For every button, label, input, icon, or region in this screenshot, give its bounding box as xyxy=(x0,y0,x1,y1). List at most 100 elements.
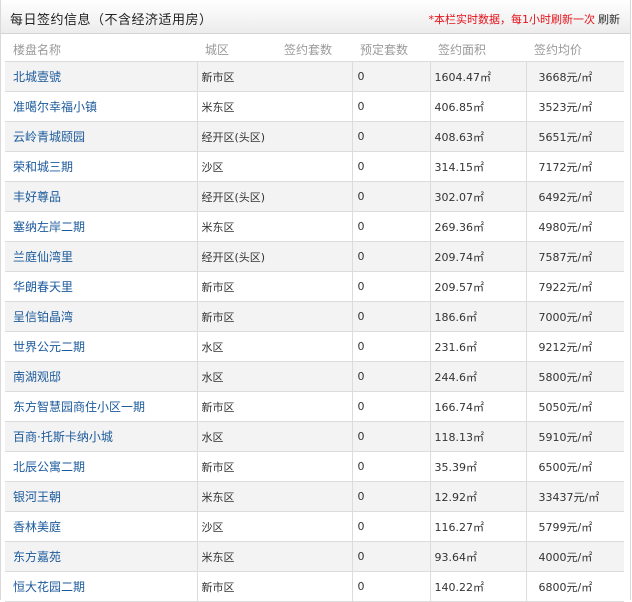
signed-count-cell: 2 xyxy=(276,271,352,302)
project-name-link[interactable]: 香林美庭 xyxy=(13,520,61,534)
project-name-link[interactable]: 北辰公寓二期 xyxy=(13,460,85,474)
table-header-row: 楼盘名称 城区 签约套数 预定套数 签约面积 签约均价 xyxy=(5,37,624,62)
panel-header: 每日签约信息（不含经济适用房） *本栏实时数据，每1小时刷新一次 刷新 xyxy=(1,0,630,34)
reserved-count-cell: 0 xyxy=(351,61,430,92)
project-name-link[interactable]: 荣和城三期 xyxy=(13,160,73,174)
signed-area-cell: 166.74㎡ xyxy=(429,391,526,422)
average-price-cell: 6800元/㎡ xyxy=(525,571,624,602)
signed-count-cell: 1 xyxy=(276,451,352,482)
signed-area-cell: 209.74㎡ xyxy=(429,241,526,272)
table-row: 世界公元二期 水区20231.6㎡9212元/㎡ xyxy=(5,331,624,362)
district-cell: 水区 xyxy=(196,361,276,392)
project-name-link[interactable]: 塞纳左岸二期 xyxy=(13,220,85,234)
project-name-link[interactable]: 银河王朝 xyxy=(13,490,61,504)
table-row: 北城壹號 新市区1501604.47㎡3668元/㎡ xyxy=(5,61,624,92)
project-name-link[interactable]: 恒大花园二期 xyxy=(13,580,85,594)
column-header-price: 签约均价 xyxy=(526,37,624,62)
project-name-link[interactable]: 丰好尊品 xyxy=(13,190,61,204)
project-name-link[interactable]: 南湖观邸 xyxy=(13,370,61,384)
average-price-cell: 5799元/㎡ xyxy=(525,511,624,542)
district-cell: 经开区(头区) xyxy=(196,121,276,152)
reserved-count-cell: 0 xyxy=(351,331,430,362)
project-name-link[interactable]: 世界公元二期 xyxy=(13,340,85,354)
project-name-link[interactable]: 兰庭仙湾里 xyxy=(13,250,73,264)
project-name-link[interactable]: 东方智慧园商住小区一期 xyxy=(13,400,145,414)
project-name-cell: 云岭青城颐园 xyxy=(5,121,197,152)
table-row: 呈信铂晶湾 新市区20186.6㎡7000元/㎡ xyxy=(5,301,624,332)
reserved-count-cell: 0 xyxy=(351,271,430,302)
column-header-reserved: 预定套数 xyxy=(352,37,430,62)
district-cell: 沙区 xyxy=(196,151,276,182)
column-header-district: 城区 xyxy=(197,37,276,62)
signed-area-cell: 231.6㎡ xyxy=(429,331,526,362)
panel-title: 每日签约信息（不含经济适用房） xyxy=(10,13,213,28)
average-price-cell: 5910元/㎡ xyxy=(525,421,624,452)
signed-count-cell: 15 xyxy=(276,61,352,92)
table-row: 兰庭仙湾里 经开区(头区)20209.74㎡7587元/㎡ xyxy=(5,241,624,272)
project-name-link[interactable]: 云岭青城颐园 xyxy=(13,130,85,144)
signed-area-cell: 1604.47㎡ xyxy=(429,61,526,92)
project-name-cell: 塞纳左岸二期 xyxy=(5,211,197,242)
table-row: 恒大花园二期 新市区10140.22㎡6800元/㎡ xyxy=(5,571,624,602)
average-price-cell: 5800元/㎡ xyxy=(525,361,624,392)
project-name-cell: 北辰公寓二期 xyxy=(5,451,197,482)
signed-count-cell: 2 xyxy=(276,301,352,332)
average-price-cell: 7587元/㎡ xyxy=(525,241,624,272)
daily-signing-panel: 每日签约信息（不含经济适用房） *本栏实时数据，每1小时刷新一次 刷新 楼盘名称 … xyxy=(0,0,631,602)
table-row: 东方智慧园商住小区一期 新市区10166.74㎡5050元/㎡ xyxy=(5,391,624,422)
reserved-count-cell: 0 xyxy=(351,451,430,482)
table-row: 丰好尊品 经开区(头区)30302.07㎡6492元/㎡ xyxy=(5,181,624,212)
signed-area-cell: 12.92㎡ xyxy=(429,481,526,512)
signed-count-cell: 1 xyxy=(276,541,352,572)
project-name-link[interactable]: 百商·托斯卡纳小城 xyxy=(13,430,113,444)
signed-area-cell: 186.6㎡ xyxy=(429,301,526,332)
reserved-count-cell: 0 xyxy=(351,391,430,422)
reserved-count-cell: 0 xyxy=(351,571,430,602)
signed-count-cell: 2 xyxy=(276,241,352,272)
reserved-count-cell: 0 xyxy=(351,181,430,212)
signed-area-cell: 406.85㎡ xyxy=(429,91,526,122)
project-name-link[interactable]: 华朗春天里 xyxy=(13,280,73,294)
average-price-cell: 3668元/㎡ xyxy=(525,61,624,92)
project-name-cell: 香林美庭 xyxy=(5,511,197,542)
signed-count-cell: 3 xyxy=(276,211,352,242)
project-name-cell: 北城壹號 xyxy=(5,61,197,92)
project-name-link[interactable]: 呈信铂晶湾 xyxy=(13,310,73,324)
signing-table: 楼盘名称 城区 签约套数 预定套数 签约面积 签约均价 北城壹號新市区15016… xyxy=(5,37,624,602)
signed-count-cell: 1 xyxy=(276,391,352,422)
average-price-cell: 7172元/㎡ xyxy=(525,151,624,182)
signed-area-cell: 244.6㎡ xyxy=(429,361,526,392)
table-row: 百商·托斯卡纳小城 水区10118.13㎡5910元/㎡ xyxy=(5,421,624,452)
reserved-count-cell: 0 xyxy=(351,241,430,272)
table-row: 北辰公寓二期 新市区1035.39㎡6500元/㎡ xyxy=(5,451,624,482)
signed-count-cell: 5 xyxy=(276,91,352,122)
average-price-cell: 9212元/㎡ xyxy=(525,331,624,362)
signed-area-cell: 140.22㎡ xyxy=(429,571,526,602)
reserved-count-cell: 0 xyxy=(351,481,430,512)
refresh-link[interactable]: 刷新 xyxy=(598,13,620,26)
project-name-link[interactable]: 东方嘉苑 xyxy=(13,550,61,564)
average-price-cell: 6492元/㎡ xyxy=(525,181,624,212)
district-cell: 新市区 xyxy=(196,301,276,332)
project-name-link[interactable]: 准噶尔幸福小镇 xyxy=(13,100,97,114)
signed-area-cell: 408.63㎡ xyxy=(429,121,526,152)
signed-count-cell: 2 xyxy=(276,361,352,392)
project-name-cell: 银河王朝 xyxy=(5,481,197,512)
update-notice: *本栏实时数据，每1小时刷新一次 刷新 xyxy=(429,11,621,27)
project-name-cell: 华朗春天里 xyxy=(5,271,197,302)
signed-area-cell: 116.27㎡ xyxy=(429,511,526,542)
table-row: 香林美庭 沙区10116.27㎡5799元/㎡ xyxy=(5,511,624,542)
signed-area-cell: 209.57㎡ xyxy=(429,271,526,302)
column-header-signed: 签约套数 xyxy=(276,37,352,62)
district-cell: 米东区 xyxy=(196,211,276,242)
signed-count-cell: 1 xyxy=(276,571,352,602)
district-cell: 沙区 xyxy=(196,511,276,542)
district-cell: 米东区 xyxy=(196,481,276,512)
project-name-cell: 南湖观邸 xyxy=(5,361,197,392)
reserved-count-cell: 0 xyxy=(351,151,430,182)
table-row: 云岭青城颐园 经开区(头区)40408.63㎡5651元/㎡ xyxy=(5,121,624,152)
reserved-count-cell: 0 xyxy=(351,421,430,452)
project-name-link[interactable]: 北城壹號 xyxy=(13,70,61,84)
signed-count-cell: 1 xyxy=(276,421,352,452)
signed-area-cell: 269.36㎡ xyxy=(429,211,526,242)
